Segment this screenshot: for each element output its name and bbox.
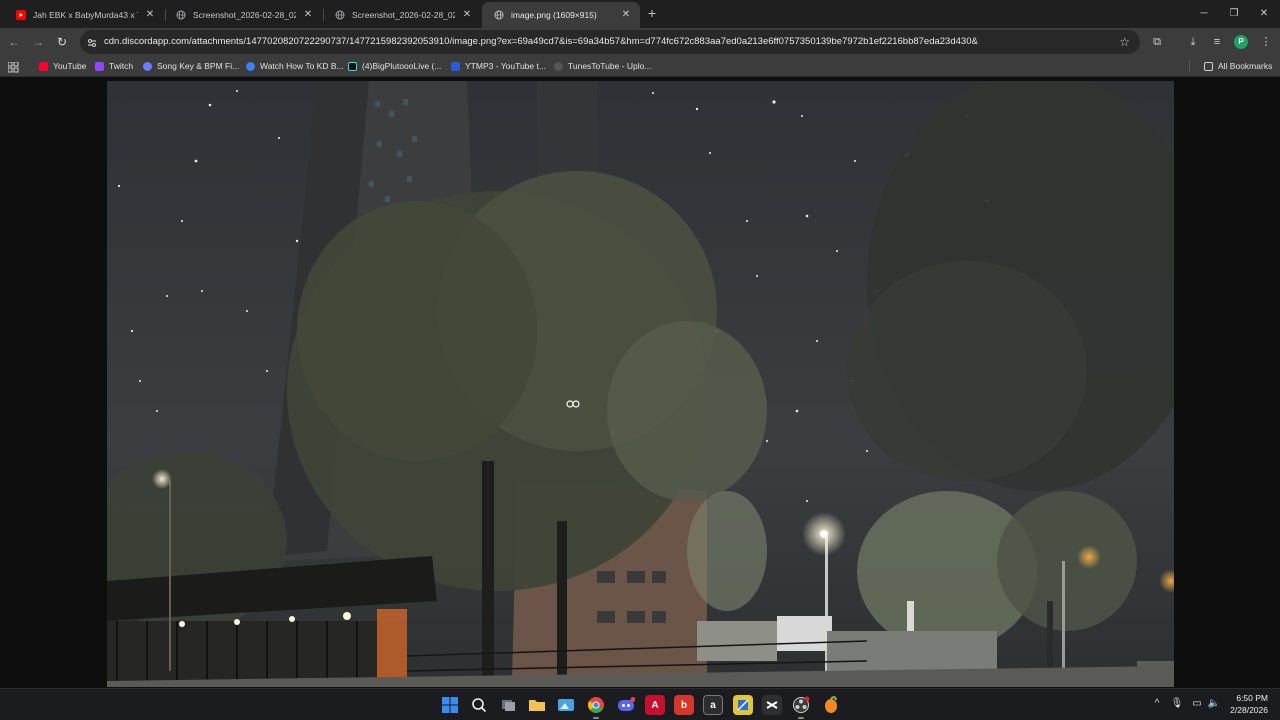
tray-overflow-icon[interactable]: ^: [1150, 697, 1164, 711]
music-icon: [143, 61, 152, 71]
bookmark-label: Twitch: [109, 61, 134, 71]
network-icon[interactable]: ▭: [1190, 697, 1204, 711]
chrome-icon[interactable]: [586, 695, 606, 715]
bookmark-tunestotube[interactable]: TunesToTube - Uplo...: [554, 56, 651, 76]
system-clock[interactable]: 6:50 PM 2/28/2026: [1214, 692, 1268, 716]
bookmark-label: TunesToTube - Uplo...: [568, 61, 652, 71]
close-icon[interactable]: ✕: [461, 9, 473, 21]
bookmark-watch-kd[interactable]: Watch How To KD B...: [246, 56, 344, 76]
tunestotube-icon: [554, 61, 563, 71]
bookmark-ytmp3[interactable]: YTMP3 - YouTube t...: [451, 56, 546, 76]
windows-taskbar: A b a ^ 🎙 ▭ 🔈 6:50 PM 2/28/2026: [0, 688, 1280, 720]
windows-start-icon[interactable]: [440, 695, 460, 715]
minimize-icon[interactable]: ─: [1195, 5, 1213, 23]
bookmarks-bar: YouTube Twitch Song Key & BPM Fi... Watc…: [0, 56, 1280, 77]
bookmark-label: (4)BigPlutoooLive (...: [362, 61, 442, 71]
youtube-icon: [16, 10, 26, 20]
search-icon[interactable]: [469, 695, 489, 715]
obs-icon[interactable]: [791, 695, 811, 715]
close-icon[interactable]: ✕: [620, 9, 632, 21]
new-tab-button[interactable]: +: [643, 5, 661, 23]
clock-time: 6:50 PM: [1236, 693, 1268, 703]
download-icon[interactable]: ⤓: [1184, 33, 1202, 51]
go-icon: [246, 61, 255, 71]
bookmark-youtube[interactable]: YouTube: [39, 56, 86, 76]
bookmark-label: Watch How To KD B...: [260, 61, 344, 71]
tab-strip: Jah EBK x BabyMurda43 x Tkarr ✕ Screensh…: [0, 0, 1280, 28]
active-app-indicator: [798, 717, 804, 719]
tab-1[interactable]: Screenshot_2026-02-28_024934 ✕: [164, 2, 322, 28]
menu-icon[interactable]: ⋮: [1257, 33, 1275, 51]
adobe-icon[interactable]: A: [645, 695, 665, 715]
bookmark-star-icon[interactable]: ☆: [1119, 34, 1130, 50]
twitch-icon: [95, 61, 104, 71]
url-text[interactable]: cdn.discordapp.com/attachments/147702082…: [104, 30, 978, 54]
tab-title: Screenshot_2026-02-28_024854: [352, 10, 455, 20]
tab-title: Screenshot_2026-02-28_024934: [193, 10, 296, 20]
profile-avatar[interactable]: P: [1234, 35, 1248, 49]
back-icon[interactable]: ←: [5, 33, 23, 51]
bookmark-twitch[interactable]: Twitch: [95, 56, 133, 76]
ytmp3-icon: [451, 61, 460, 71]
app-b-icon[interactable]: b: [674, 695, 694, 715]
tab-title: Jah EBK x BabyMurda43 x Tkarr: [33, 10, 138, 20]
capcut-icon[interactable]: [762, 695, 782, 715]
bookmark-label: All Bookmarks: [1218, 61, 1273, 71]
active-app-indicator: [593, 717, 599, 719]
browser-toolbar: ← → ↻ cdn.discordapp.com/attachments/147…: [0, 28, 1280, 56]
app-mark-icon[interactable]: a: [703, 695, 723, 715]
file-explorer-icon[interactable]: [527, 695, 547, 715]
night-city-scene: [107, 81, 1174, 687]
reload-icon[interactable]: ↻: [53, 33, 71, 51]
restore-icon[interactable]: ❐: [1225, 5, 1243, 23]
tab-0[interactable]: Jah EBK x BabyMurda43 x Tkarr ✕: [4, 2, 164, 28]
tab-2[interactable]: Screenshot_2026-02-28_024854 ✕: [323, 2, 481, 28]
apps-grid-icon[interactable]: [7, 60, 19, 73]
folder-icon: [1204, 61, 1213, 71]
tab-title: image.png (1609×915): [511, 10, 597, 20]
bookmark-label: Song Key & BPM Fi...: [157, 61, 240, 71]
globe-icon: [176, 10, 186, 20]
bookmarks-divider: [1189, 60, 1190, 72]
bookmark-bigplutooo[interactable]: (4)BigPlutoooLive (...: [348, 56, 441, 76]
youtube-icon: [39, 61, 48, 71]
address-bar[interactable]: cdn.discordapp.com/attachments/147702082…: [80, 30, 1140, 54]
photos-icon[interactable]: [556, 695, 576, 715]
globe-icon: [494, 10, 504, 20]
app-yellow-icon[interactable]: [733, 695, 753, 715]
extensions-icon[interactable]: ⧉: [1148, 33, 1166, 51]
forward-icon[interactable]: →: [29, 33, 47, 51]
bookmark-label: YTMP3 - YouTube t...: [465, 61, 546, 71]
clock-date: 2/28/2026: [1230, 705, 1268, 715]
site-info-icon[interactable]: [86, 36, 98, 48]
page-viewport: [0, 78, 1280, 688]
bookmark-label: YouTube: [53, 61, 87, 71]
task-view-icon[interactable]: [498, 695, 518, 715]
close-window-icon[interactable]: ✕: [1255, 5, 1273, 23]
bookmark-song-key[interactable]: Song Key & BPM Fi...: [143, 56, 239, 76]
tiktok-icon: [348, 61, 357, 71]
close-icon[interactable]: ✕: [302, 9, 314, 21]
media-controls-icon[interactable]: ≡: [1208, 33, 1226, 51]
tab-3-active[interactable]: image.png (1609×915) ✕: [482, 2, 640, 28]
displayed-image[interactable]: [107, 81, 1174, 687]
close-icon[interactable]: ✕: [144, 9, 156, 21]
globe-icon: [335, 10, 345, 20]
discord-icon[interactable]: [616, 695, 636, 715]
microphone-icon[interactable]: 🎙: [1170, 697, 1184, 711]
fl-studio-icon[interactable]: [821, 695, 841, 715]
all-bookmarks-button[interactable]: All Bookmarks: [1204, 56, 1272, 76]
